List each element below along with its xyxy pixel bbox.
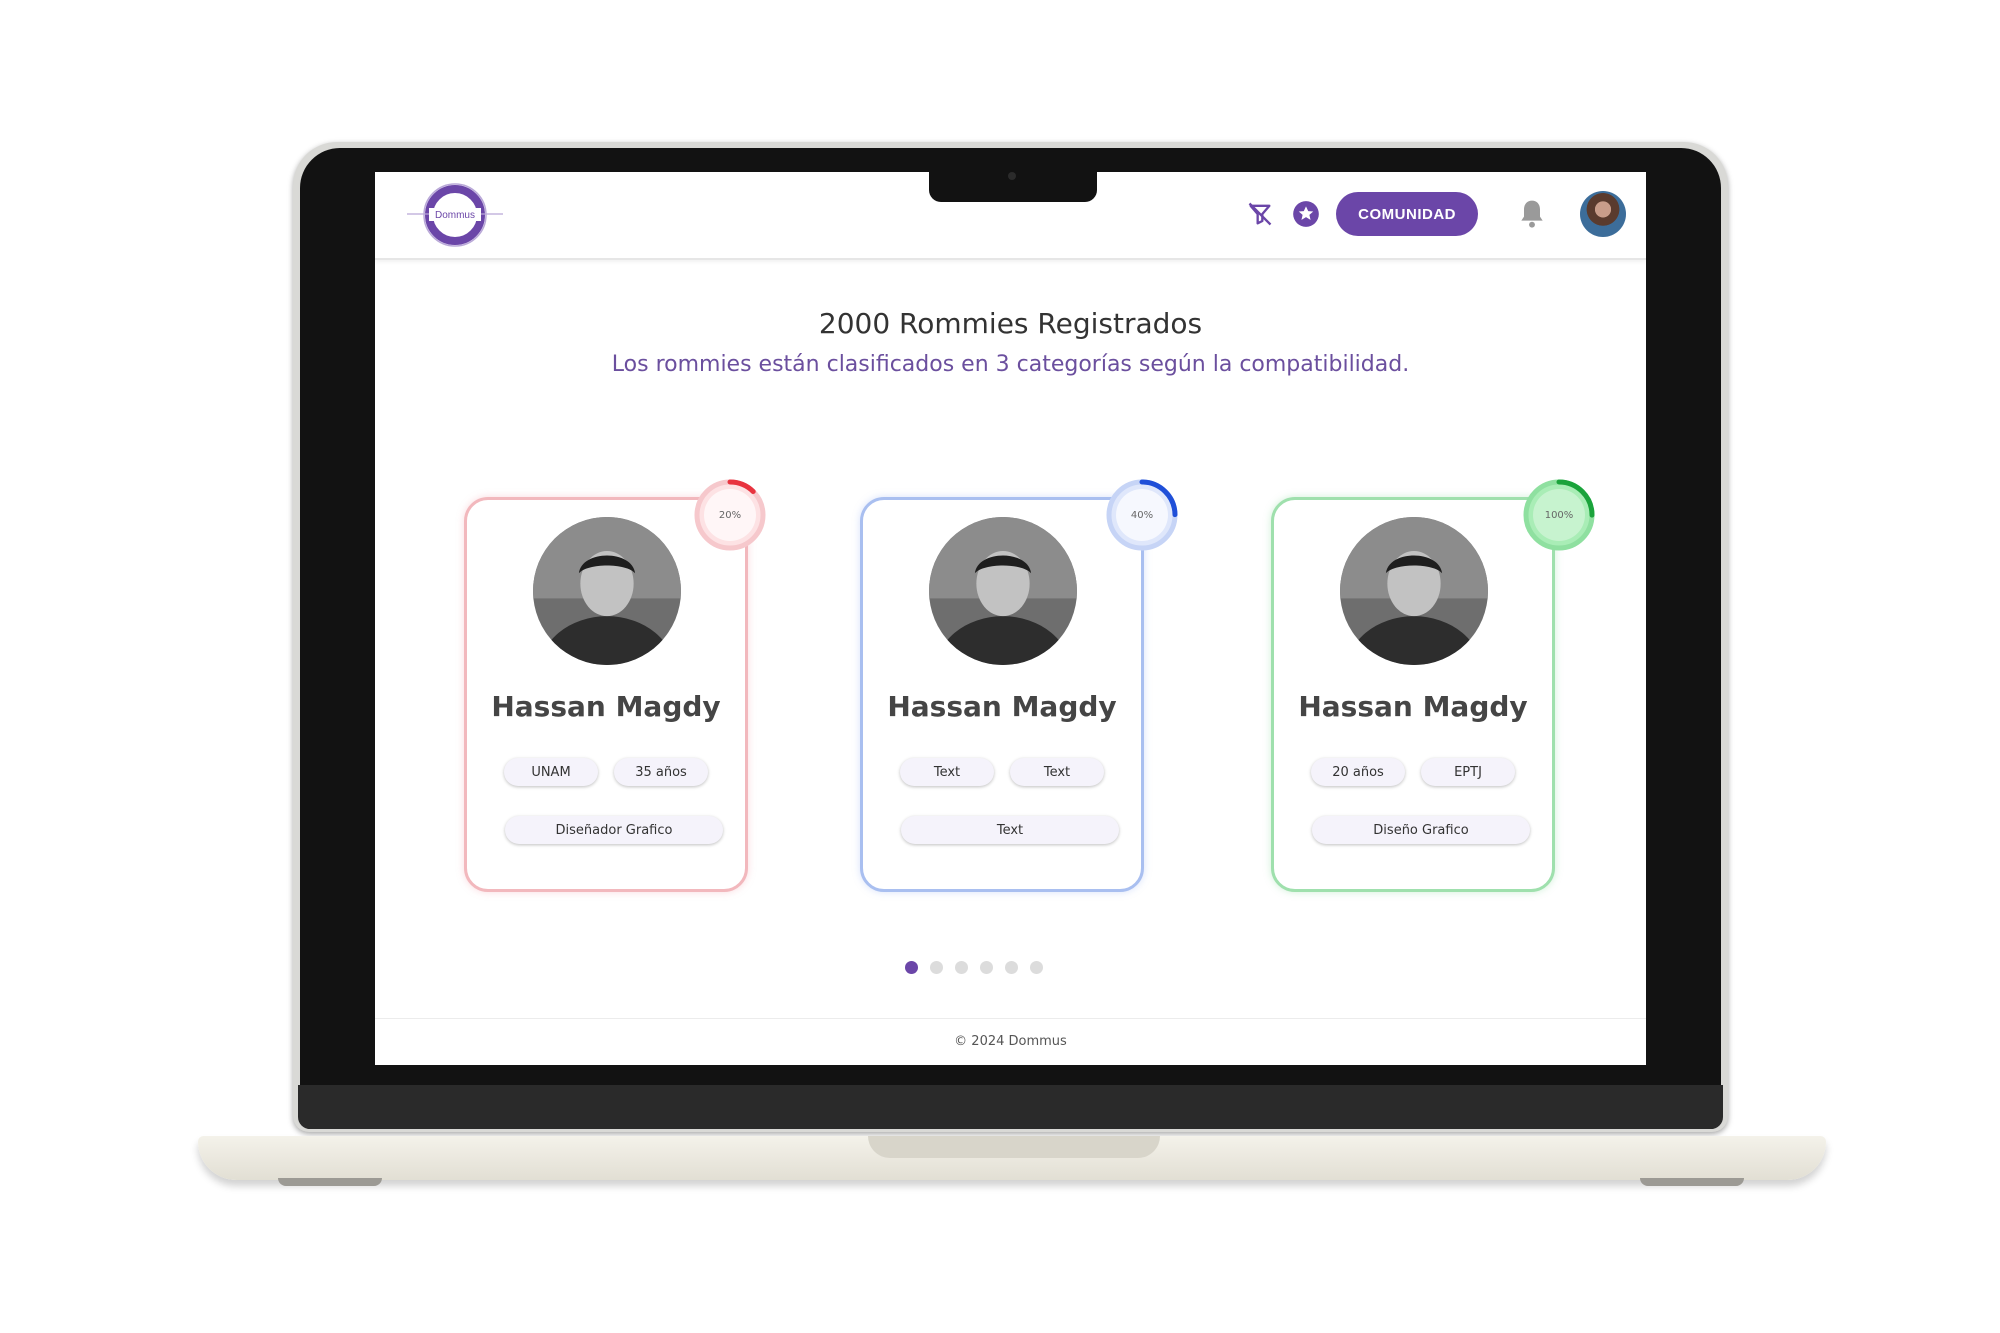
roommate-card-low[interactable]: 20% Hassan Magdy UNAM 35 años Diseñador … [464, 479, 766, 892]
page-title: 2000 Rommies Registrados [818, 307, 1203, 340]
laptop-groove [868, 1136, 1160, 1158]
compatibility-percent: 20% [718, 509, 742, 521]
compatibility-gauge: 40% [1103, 476, 1181, 554]
community-button[interactable]: COMUNIDAD [1336, 192, 1478, 236]
tag-chip: Text [1010, 758, 1104, 786]
tag-chip: 20 años [1311, 758, 1405, 786]
tag-row: Text Text [863, 758, 1141, 786]
tag-chip: UNAM [504, 758, 598, 786]
tag-chip: 35 años [614, 758, 708, 786]
tag-chip: EPTJ [1421, 758, 1515, 786]
carousel-pagination [905, 961, 1043, 974]
page-subtitle: Los rommies están clasificados en 3 cate… [611, 352, 1410, 377]
footer: © 2024 Dommus [375, 1018, 1646, 1065]
bell-icon[interactable] [1516, 198, 1548, 230]
filter-off-icon[interactable] [1244, 198, 1276, 230]
pagination-dot[interactable] [980, 961, 993, 974]
profession-chip: Diseñador Grafico [505, 816, 723, 844]
pagination-dot[interactable] [955, 961, 968, 974]
laptop-foot-left [278, 1178, 382, 1186]
copyright-text: © 2024 Dommus [954, 1034, 1067, 1049]
compatibility-gauge: 20% [691, 476, 769, 554]
laptop-foot-right [1640, 1178, 1744, 1186]
pagination-dot[interactable] [905, 961, 918, 974]
tag-chip: Text [900, 758, 994, 786]
screen: Dommus COMUNIDAD 2000 Rommies Registrado… [375, 172, 1646, 1065]
tag-row: UNAM 35 años [467, 758, 745, 786]
pagination-dot[interactable] [1005, 961, 1018, 974]
star-badge-icon[interactable] [1290, 198, 1322, 230]
profile-photo [929, 517, 1077, 665]
profession-chip: Text [901, 816, 1119, 844]
svg-text:Dommus: Dommus [435, 210, 475, 221]
navbar-actions: COMUNIDAD [1244, 190, 1626, 238]
tag-row: 20 años EPTJ [1274, 758, 1552, 786]
roommate-card-medium[interactable]: 40% Hassan Magdy Text Text Text [860, 479, 1178, 892]
pagination-dot[interactable] [930, 961, 943, 974]
roommate-name: Hassan Magdy [887, 690, 1117, 723]
profession-chip: Diseño Grafico [1312, 816, 1530, 844]
compatibility-percent: 100% [1544, 509, 1574, 521]
pagination-dot[interactable] [1030, 961, 1043, 974]
profile-photo [1340, 517, 1488, 665]
profile-photo [533, 517, 681, 665]
compatibility-gauge: 100% [1520, 476, 1598, 554]
camera-lens [1008, 172, 1016, 180]
laptop-chin [298, 1085, 1723, 1129]
compatibility-percent: 40% [1130, 509, 1154, 521]
user-avatar[interactable] [1580, 191, 1626, 237]
dommus-logo[interactable]: Dommus [405, 178, 505, 252]
roommate-name: Hassan Magdy [1298, 690, 1528, 723]
roommate-card-high[interactable]: 100% Hassan Magdy 20 años EPTJ Diseño Gr… [1271, 479, 1595, 892]
roommate-name: Hassan Magdy [491, 690, 721, 723]
